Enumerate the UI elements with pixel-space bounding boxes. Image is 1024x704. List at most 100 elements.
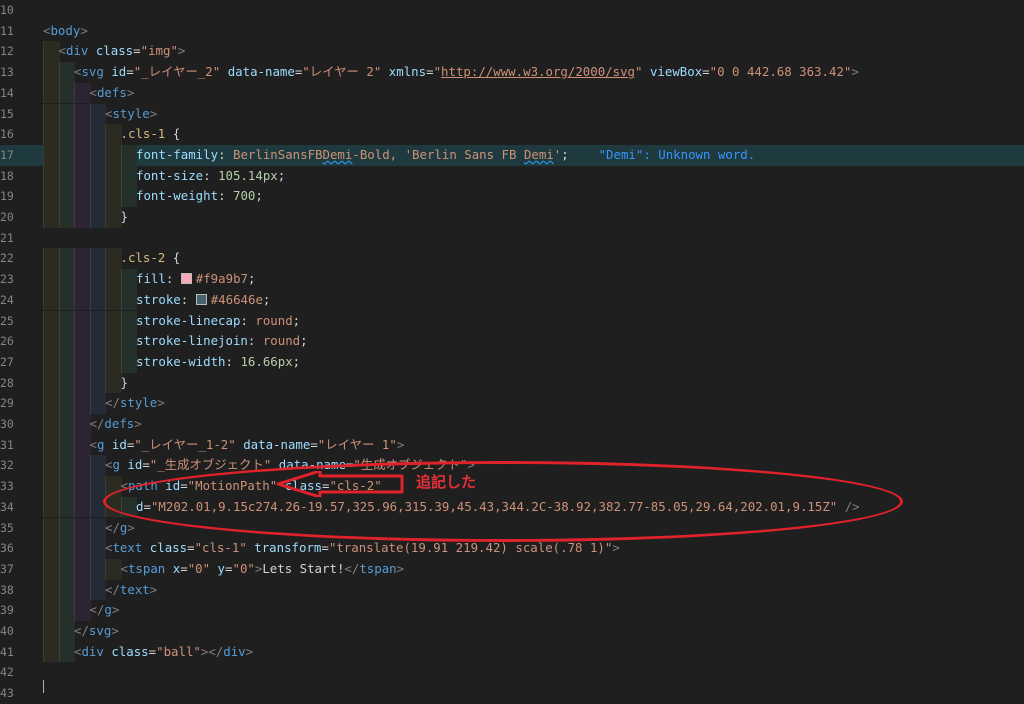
code-line[interactable]: 17 font-family: BerlinSansFBDemi-Bold, 'B… [0,144,1024,166]
line-number: 18 [0,168,14,183]
code-token: { [165,126,181,142]
code-line[interactable]: 20} [0,207,1024,228]
code-line[interactable]: 26 stroke-linejoin: round; [0,331,1024,352]
code-line[interactable]: 37 <tspan x="0" y="0">Lets Start!</tspan> [0,558,1024,580]
code-token: round [255,312,293,328]
code-line[interactable]: 40 </svg> [0,621,1024,642]
indent-guide [43,82,60,104]
code-token: #f9a9b7 [195,271,248,287]
code-token: tspan [127,560,166,576]
code-token: } [120,209,128,224]
indent-guide [74,538,91,559]
code-line[interactable]: 27 stroke-width: 16.66px; [0,351,1024,373]
code-line[interactable]: 22 .cls-2 { [0,248,1024,270]
code-token: > [177,43,186,59]
indent-guide [58,372,75,394]
code-token: Lets Start! [262,560,345,576]
indent-guide [74,82,91,104]
indent-guide [58,186,75,207]
indent-guide [43,289,60,311]
indent-guide [43,476,60,497]
code-line[interactable]: 21 [0,228,1024,249]
code-line[interactable]: 13 <svg id="_レイヤー_2" data-name="レイヤー 2" x… [0,62,1024,83]
code-token: ; [277,167,286,183]
code-line[interactable]: 18 font-size: 105.14px; [0,165,1024,187]
code-token: = [126,64,134,80]
code-token: viewBox [649,64,703,80]
code-token: font-family [136,146,219,162]
indent-guide [74,600,91,621]
code-line[interactable]: 42 [0,662,1024,683]
indent-guide [58,434,75,456]
code-line[interactable]: 31 <g id="_レイヤー_1-2" data-name="レイヤー 1"> [0,434,1024,456]
indent-guide [89,144,106,166]
code-token: defs [96,84,127,100]
indent-guide [89,165,106,187]
code-editor[interactable]: 10 11 <body> 12 <div class="img"> 13 <svg id="… [0,0,1024,700]
code-line[interactable]: 30 </defs> [0,414,1024,435]
code-token: class [111,643,149,659]
code-token: "0 0 442.68 363.42" [709,64,852,80]
code-line[interactable]: 43 [0,683,1024,704]
code-token: .cls-1 [120,126,166,142]
annotation-label: 追記した [416,473,477,491]
code-token: ; [247,271,256,287]
indent-guide [43,165,60,187]
indent-guide [43,269,60,290]
code-text: </style> [105,393,165,414]
code-line[interactable]: 12 <div class="img"> [0,41,1024,63]
code-token: fill [136,271,166,287]
indent-guide [74,269,91,290]
code-token: stroke-linecap [136,312,241,328]
indent-guide [74,372,91,394]
code-token: > [149,581,158,597]
indent-guide [43,434,60,456]
code-line[interactable]: 10 [0,0,1024,21]
code-line[interactable]: 19 font-weight: 700; [0,186,1024,207]
code-token: stroke [136,291,181,307]
code-token: data-name [227,64,295,80]
code-line[interactable]: 15 <style> [0,103,1024,125]
code-line[interactable]: 24 stroke: #46646e; [0,289,1024,311]
line-number: 12 [0,44,14,59]
indent-guide [105,331,122,352]
code-line[interactable]: 41 <div class="ball"></div> [0,641,1024,663]
code-line[interactable]: 38 </text> [0,579,1024,601]
indent-guide [58,496,75,518]
indent-guide [105,310,122,332]
code-token: "_レイヤー_1-2" [134,436,236,452]
code-line[interactable]: 11 <body> [0,21,1024,42]
code-token: "img" [140,43,178,59]
code-text: fill: #f9a9b7; [136,269,255,290]
indent-guide [89,124,106,145]
indent-guide [120,165,137,187]
indent-guide [43,517,60,539]
code-line[interactable]: 39 </g> [0,600,1024,621]
indent-guide [43,455,60,477]
code-line[interactable]: 23 fill: #f9a9b7; [0,269,1024,290]
code-line[interactable]: 28} [0,372,1024,394]
code-line[interactable]: 14 <defs> [0,82,1024,104]
code-token: : [247,333,263,349]
code-line[interactable]: 29 </style> [0,393,1024,414]
indent-guide [105,186,122,207]
code-token: #46646e [210,291,263,307]
indent-guide [43,641,60,663]
code-line[interactable]: 16 .cls-1 { [0,124,1024,145]
code-token: < [58,43,66,59]
indent-guide [74,579,91,601]
indent-guide [43,310,60,332]
code-token: stroke-linejoin [136,333,248,349]
code-token: svg [88,623,112,638]
indent-guide [74,351,91,373]
indent-guide [74,144,91,166]
indent-guide [89,103,106,125]
annotation-arrow-icon [276,471,404,497]
code-line[interactable]: 25 stroke-linecap: round; [0,310,1024,332]
indent-guide [43,41,60,63]
code-token: > [127,519,135,535]
code-token: = [321,540,329,556]
